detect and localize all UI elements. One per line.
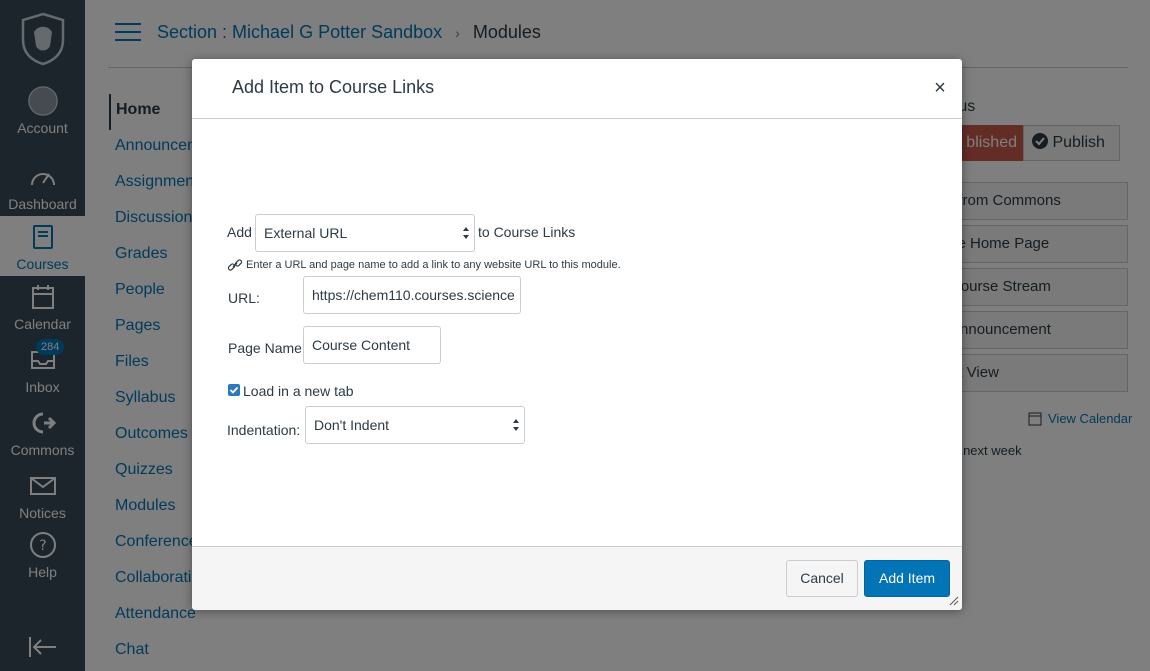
dialog-body: Add External URL to Course Links Enter a…	[192, 119, 962, 545]
dialog-footer: Cancel Add Item	[192, 546, 962, 610]
cancel-button[interactable]: Cancel	[786, 560, 858, 597]
link-icon	[227, 259, 243, 271]
add-item-dialog: Add Item to Course Links × Add External …	[192, 59, 962, 610]
resize-grip-icon[interactable]	[947, 594, 959, 606]
url-label: URL:	[228, 290, 260, 306]
url-hint-text: Enter a URL and page name to add a link …	[246, 259, 621, 271]
new-tab-label[interactable]: Load in a new tab	[243, 383, 354, 399]
indentation-label: Indentation:	[227, 422, 301, 438]
url-hint: Enter a URL and page name to add a link …	[227, 258, 621, 272]
url-input[interactable]: https://chem110.courses.science	[303, 276, 521, 314]
new-tab-checkbox[interactable]	[228, 384, 240, 396]
checkmark-icon	[229, 386, 239, 394]
select-arrows-icon	[513, 419, 519, 431]
item-type-select[interactable]: External URL	[255, 214, 475, 252]
page-name-input[interactable]: Course Content	[303, 326, 441, 364]
item-type-value: External URL	[264, 225, 348, 241]
dialog-header: Add Item to Course Links ×	[192, 59, 962, 119]
close-icon[interactable]: ×	[930, 78, 950, 98]
page-name-label: Page Name:	[228, 340, 306, 356]
indentation-value: Don't Indent	[314, 417, 390, 433]
dialog-title: Add Item to Course Links	[232, 77, 435, 97]
add-prefix-label: Add	[227, 224, 252, 240]
indentation-select[interactable]: Don't Indent	[305, 406, 525, 444]
add-suffix-label: to Course Links	[478, 224, 576, 240]
select-arrows-icon	[463, 227, 469, 239]
add-item-button[interactable]: Add Item	[864, 560, 950, 597]
